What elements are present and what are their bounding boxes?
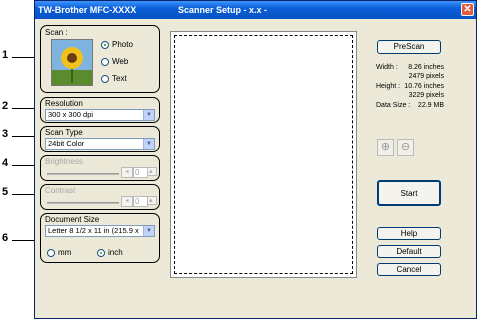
document-size-value: Letter 8 1/2 x 11 in (215.9 x	[48, 226, 139, 235]
height-label: Height :	[376, 83, 401, 90]
resolution-value: 300 x 300 dpi	[48, 110, 94, 119]
sunflower-icon	[52, 40, 92, 85]
scan-photo-label[interactable]: Photo	[112, 40, 133, 49]
unit-inch-label[interactable]: inch	[108, 248, 123, 257]
scan-type-select[interactable]: 24bit Color ▼	[45, 138, 155, 150]
brightness-group: Brightness ◂ 0 ▴	[40, 155, 160, 181]
callout-5: 5	[2, 186, 9, 198]
unit-mm-label[interactable]: mm	[58, 248, 71, 257]
unit-inch-radio[interactable]	[97, 249, 105, 257]
resolution-select[interactable]: 300 x 300 dpi ▼	[45, 109, 155, 121]
resolution-label: Resolution	[45, 99, 83, 108]
contrast-slider[interactable]	[47, 202, 119, 204]
scan-type-group: Scan Type 24bit Color ▼	[40, 126, 160, 152]
callout-1: 1	[2, 49, 9, 61]
height-inches: 10.76 inches	[404, 83, 444, 90]
width-label: Width :	[376, 64, 398, 71]
slider-arrow-icon: ◂	[121, 196, 133, 207]
data-size-value: 22.9 MB	[417, 102, 444, 109]
brightness-label: Brightness	[45, 157, 83, 166]
start-button[interactable]: Start	[377, 180, 441, 206]
document-size-label: Document Size	[45, 215, 100, 224]
cancel-button[interactable]: Cancel	[377, 263, 441, 276]
brightness-spin-icon[interactable]: ▴	[147, 167, 157, 176]
brightness-slider[interactable]	[47, 173, 119, 175]
title-bar[interactable]: TW-Brother MFC-XXXX Scanner Setup - x.x …	[35, 1, 476, 19]
resolution-group: Resolution 300 x 300 dpi ▼	[40, 97, 160, 123]
scanner-setup-window: TW-Brother MFC-XXXX Scanner Setup - x.x …	[34, 0, 477, 319]
chevron-down-icon[interactable]: ▼	[143, 110, 154, 120]
prescan-button[interactable]: PreScan	[377, 40, 441, 54]
contrast-spin-icon[interactable]: ▴	[147, 196, 157, 205]
scan-label: Scan :	[45, 28, 68, 37]
scan-web-label[interactable]: Web	[112, 57, 128, 66]
help-button[interactable]: Help	[377, 227, 441, 240]
close-icon[interactable]: ✕	[461, 3, 474, 16]
scan-web-radio[interactable]	[101, 58, 109, 66]
callout-4: 4	[2, 157, 9, 169]
callout-2: 2	[2, 100, 9, 112]
data-size-label: Data Size :	[376, 102, 411, 109]
scan-group: Scan : Photo Web Text	[40, 25, 160, 93]
scan-text-radio[interactable]	[101, 75, 109, 83]
window-title: TW-Brother MFC-XXXX	[38, 5, 137, 15]
width-pixels: 2479 pixels	[408, 73, 444, 80]
callout-3: 3	[2, 128, 9, 140]
scan-type-value: 24bit Color	[48, 139, 85, 148]
unit-mm-radio[interactable]	[47, 249, 55, 257]
document-size-select[interactable]: Letter 8 1/2 x 11 in (215.9 x ▼	[45, 225, 155, 237]
chevron-down-icon[interactable]: ▼	[143, 226, 154, 236]
default-button[interactable]: Default	[377, 245, 441, 258]
chevron-down-icon[interactable]: ▼	[143, 139, 154, 149]
slider-arrow-icon: ◂	[121, 167, 133, 178]
scan-photo-radio[interactable]	[101, 41, 109, 49]
scan-area-selection[interactable]	[174, 35, 353, 274]
scan-text-label[interactable]: Text	[112, 74, 127, 83]
zoom-in-icon[interactable]: ⊕	[377, 139, 394, 156]
brightness-value[interactable]: 0	[133, 167, 148, 178]
contrast-value[interactable]: 0	[133, 196, 148, 207]
contrast-label: Contrast	[45, 186, 76, 195]
photo-preview-icon	[51, 39, 93, 86]
scan-type-label: Scan Type	[45, 128, 83, 137]
contrast-group: Contrast ◂ 0 ▴	[40, 184, 160, 210]
zoom-out-icon[interactable]: ⊖	[397, 139, 414, 156]
callout-6: 6	[2, 232, 9, 244]
window-subtitle: Scanner Setup - x.x -	[178, 5, 268, 15]
preview-area[interactable]	[170, 31, 357, 278]
document-size-group: Document Size Letter 8 1/2 x 11 in (215.…	[40, 213, 160, 263]
width-inches: 8.26 inches	[408, 64, 444, 71]
height-pixels: 3229 pixels	[408, 92, 444, 99]
